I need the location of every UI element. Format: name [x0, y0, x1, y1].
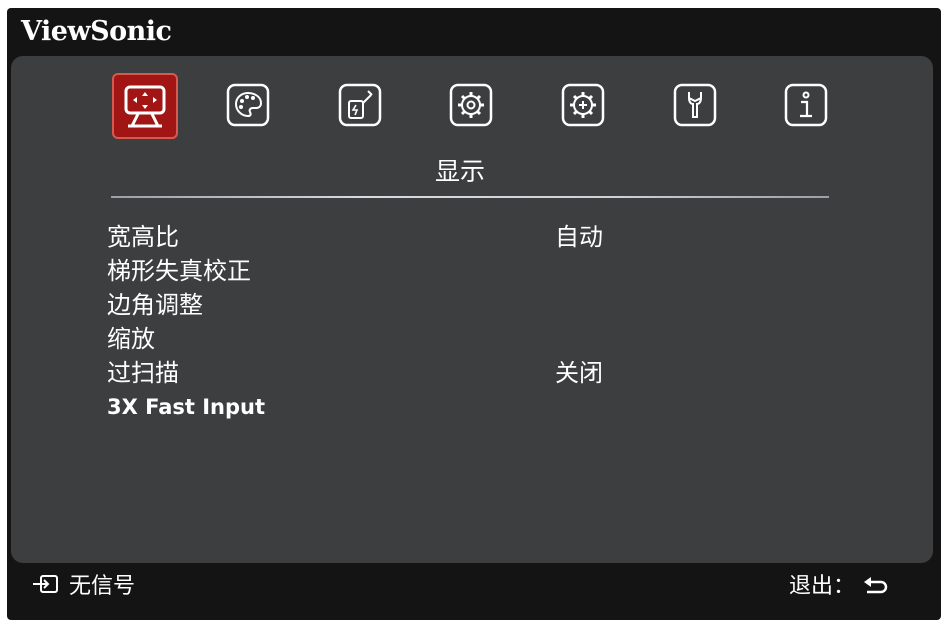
exit-label: 退出： [788, 574, 855, 599]
menu-item-label: 梯形失真校正 [107, 257, 251, 285]
tab-color[interactable] [221, 78, 275, 132]
exit-hint[interactable]: 退出： [789, 568, 891, 600]
menu-item-overscan[interactable]: 过扫描 关闭 [107, 356, 667, 390]
menu-item-label: 3X Fast Input [107, 395, 266, 419]
menu-item-aspect-ratio[interactable]: 宽高比 自动 [107, 220, 667, 254]
tab-system[interactable] [444, 78, 498, 132]
power-icon [338, 83, 382, 127]
menu-item-label: 过扫描 [107, 359, 179, 387]
input-status-text: 无信号 [69, 574, 136, 599]
input-source-icon [33, 575, 58, 593]
menu-item-keystone[interactable]: 梯形失真校正 [107, 254, 667, 288]
tab-settings[interactable] [668, 78, 722, 132]
menu-list: 宽高比 自动 梯形失真校正 边角调整 缩放 过扫描 关闭 3X Fast Inp… [107, 220, 667, 424]
return-arrow-icon [864, 577, 888, 594]
menu-item-label: 缩放 [107, 325, 155, 353]
menu-item-zoom[interactable]: 缩放 [107, 322, 667, 356]
tab-information[interactable] [779, 78, 833, 132]
menu-tabs [11, 56, 933, 156]
menu-item-label: 边角调整 [107, 291, 203, 319]
menu-item-fast-input[interactable]: 3X Fast Input [107, 390, 667, 424]
menu-item-value: 关闭 [555, 359, 603, 387]
advanced-gear-icon [561, 83, 605, 127]
input-status: 无信号 [31, 568, 135, 600]
menu-item-corner-adjust[interactable]: 边角调整 [107, 288, 667, 322]
brand-logo: ViewSonic [21, 16, 172, 47]
palette-icon [226, 83, 270, 127]
title-divider [111, 196, 829, 198]
menu-item-value: 自动 [555, 223, 603, 251]
display-icon [124, 85, 166, 128]
tab-display[interactable] [112, 73, 178, 139]
wrench-icon [673, 83, 717, 127]
active-tab-title: 显示 [435, 157, 486, 186]
info-icon [784, 83, 828, 127]
tab-power[interactable] [333, 78, 387, 132]
tab-advanced[interactable] [556, 78, 610, 132]
gear-icon [449, 83, 493, 127]
settings-panel: 显示 宽高比 自动 梯形失真校正 边角调整 缩放 过扫描 关闭 3X Fast … [11, 56, 933, 563]
osd-window: ViewSonic 显示 宽高比 自动 梯形失真校正 边角调整 缩放 过扫描 关… [7, 8, 941, 620]
menu-item-label: 宽高比 [107, 223, 179, 251]
